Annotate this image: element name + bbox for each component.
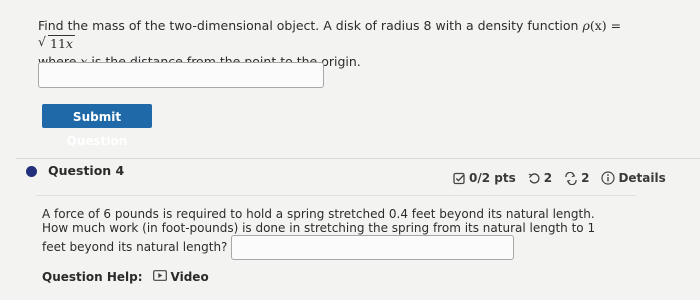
bullet-icon: [26, 166, 37, 177]
question-help-row: Question Help: Video: [42, 270, 209, 284]
prompt-text-1: Find the mass of the two-dimensional obj…: [38, 18, 583, 33]
retry-icon[interactable]: [528, 172, 541, 185]
info-icon[interactable]: [601, 171, 616, 185]
sqrt-number: 11: [50, 36, 66, 51]
equals-sign: =: [606, 18, 622, 33]
details-link[interactable]: Details: [618, 171, 665, 185]
points-text: 0/2 pts: [469, 171, 516, 185]
attempts-count: 2: [581, 171, 590, 185]
rho-symbol: ρ: [582, 18, 590, 33]
video-help-link[interactable]: Video: [152, 270, 209, 284]
sqrt-icon: √: [38, 34, 46, 49]
sqrt-variable: x: [65, 36, 73, 51]
sqrt-expression: √ 11x: [38, 34, 75, 53]
question-4-meta: 0/2 pts 2 2 Details: [453, 171, 666, 185]
attempts-icon: [564, 171, 578, 185]
question-help-label: Question Help:: [42, 270, 143, 284]
question-page: Find the mass of the two-dimensional obj…: [0, 0, 700, 300]
rho-argument: (x): [589, 18, 607, 33]
question-4-prompt: A force of 6 pounds is required to hold …: [42, 207, 617, 260]
retries-count: 2: [543, 171, 553, 185]
section-divider: [16, 158, 700, 159]
question-4-answer-input[interactable]: [231, 235, 515, 260]
question-3-answer-input[interactable]: [38, 62, 324, 88]
submit-question-button[interactable]: Submit Question: [42, 104, 152, 148]
gradebook-check-icon: [453, 172, 466, 185]
question-4-divider: [36, 195, 636, 196]
video-play-icon: [152, 270, 167, 284]
video-link-label: Video: [170, 270, 209, 284]
question-4-title: Question 4: [48, 163, 125, 178]
